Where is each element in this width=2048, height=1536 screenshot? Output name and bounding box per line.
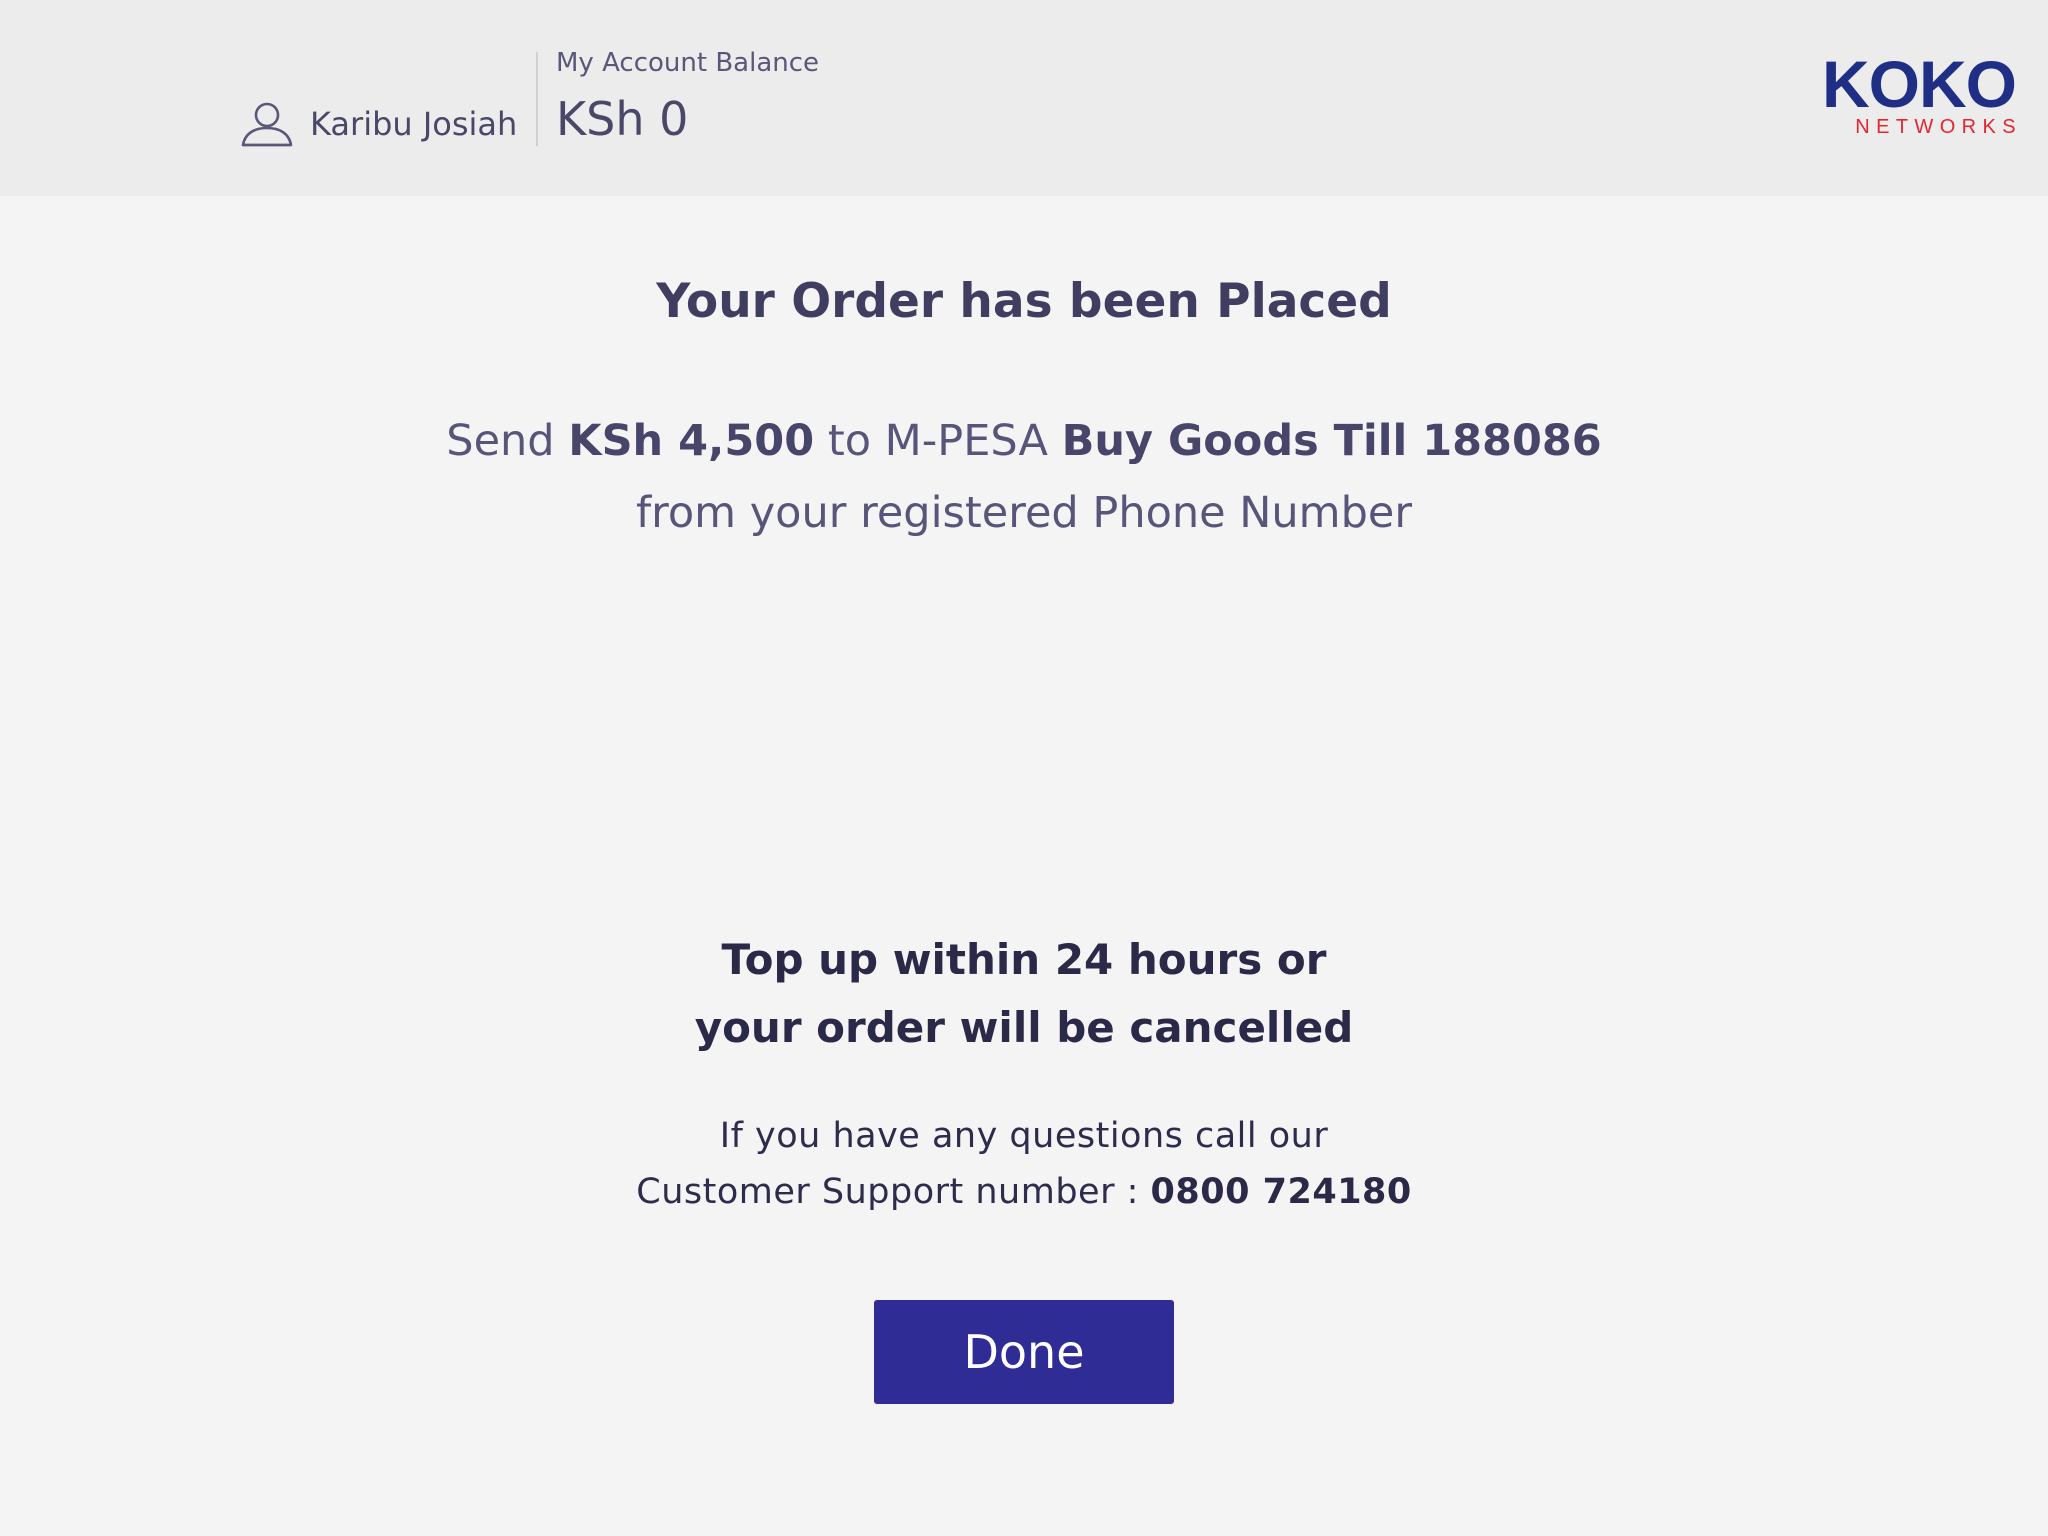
cancellation-warning: Top up within 24 hours or your order wil… bbox=[0, 926, 2048, 1062]
header-bar: Karibu Josiah My Account Balance KSh 0 K… bbox=[0, 0, 2048, 196]
payment-amount: KSh 4,500 bbox=[568, 416, 815, 466]
support-info: If you have any questions call our Custo… bbox=[0, 1108, 2048, 1220]
balance-label: My Account Balance bbox=[556, 48, 820, 78]
done-button[interactable]: Done bbox=[874, 1300, 1174, 1404]
user-name: Karibu Josiah bbox=[310, 105, 518, 143]
payment-instruction: Send KSh 4,500 to M-PESA Buy Goods Till … bbox=[0, 405, 2048, 549]
warning-line1: Top up within 24 hours or bbox=[721, 935, 1327, 984]
support-line2: Customer Support number : 0800 724180 bbox=[0, 1164, 2048, 1220]
warning-line2: your order will be cancelled bbox=[694, 1003, 1354, 1052]
payment-instruction-line2: from your registered Phone Number bbox=[636, 488, 1412, 538]
support-label: Customer Support number : bbox=[636, 1172, 1139, 1212]
send-prefix: Send bbox=[446, 416, 555, 466]
support-number: 0800 724180 bbox=[1150, 1172, 1412, 1212]
header-divider bbox=[536, 52, 538, 146]
user-greeting: Karibu Josiah bbox=[240, 98, 517, 150]
koko-networks-logo: KOKO NETWORKS bbox=[1820, 47, 2017, 138]
balance-value: KSh 0 bbox=[556, 92, 689, 146]
mpesa-text: to M-PESA bbox=[827, 416, 1048, 466]
logo-main-text: KOKO bbox=[1822, 47, 2017, 121]
till-number: Buy Goods Till 188086 bbox=[1061, 416, 1602, 466]
user-icon bbox=[240, 100, 294, 148]
page-title: Your Order has been Placed bbox=[656, 274, 1392, 329]
payment-instruction-line1: Send KSh 4,500 to M-PESA Buy Goods Till … bbox=[0, 405, 2048, 477]
support-line1: If you have any questions call our bbox=[719, 1116, 1329, 1156]
